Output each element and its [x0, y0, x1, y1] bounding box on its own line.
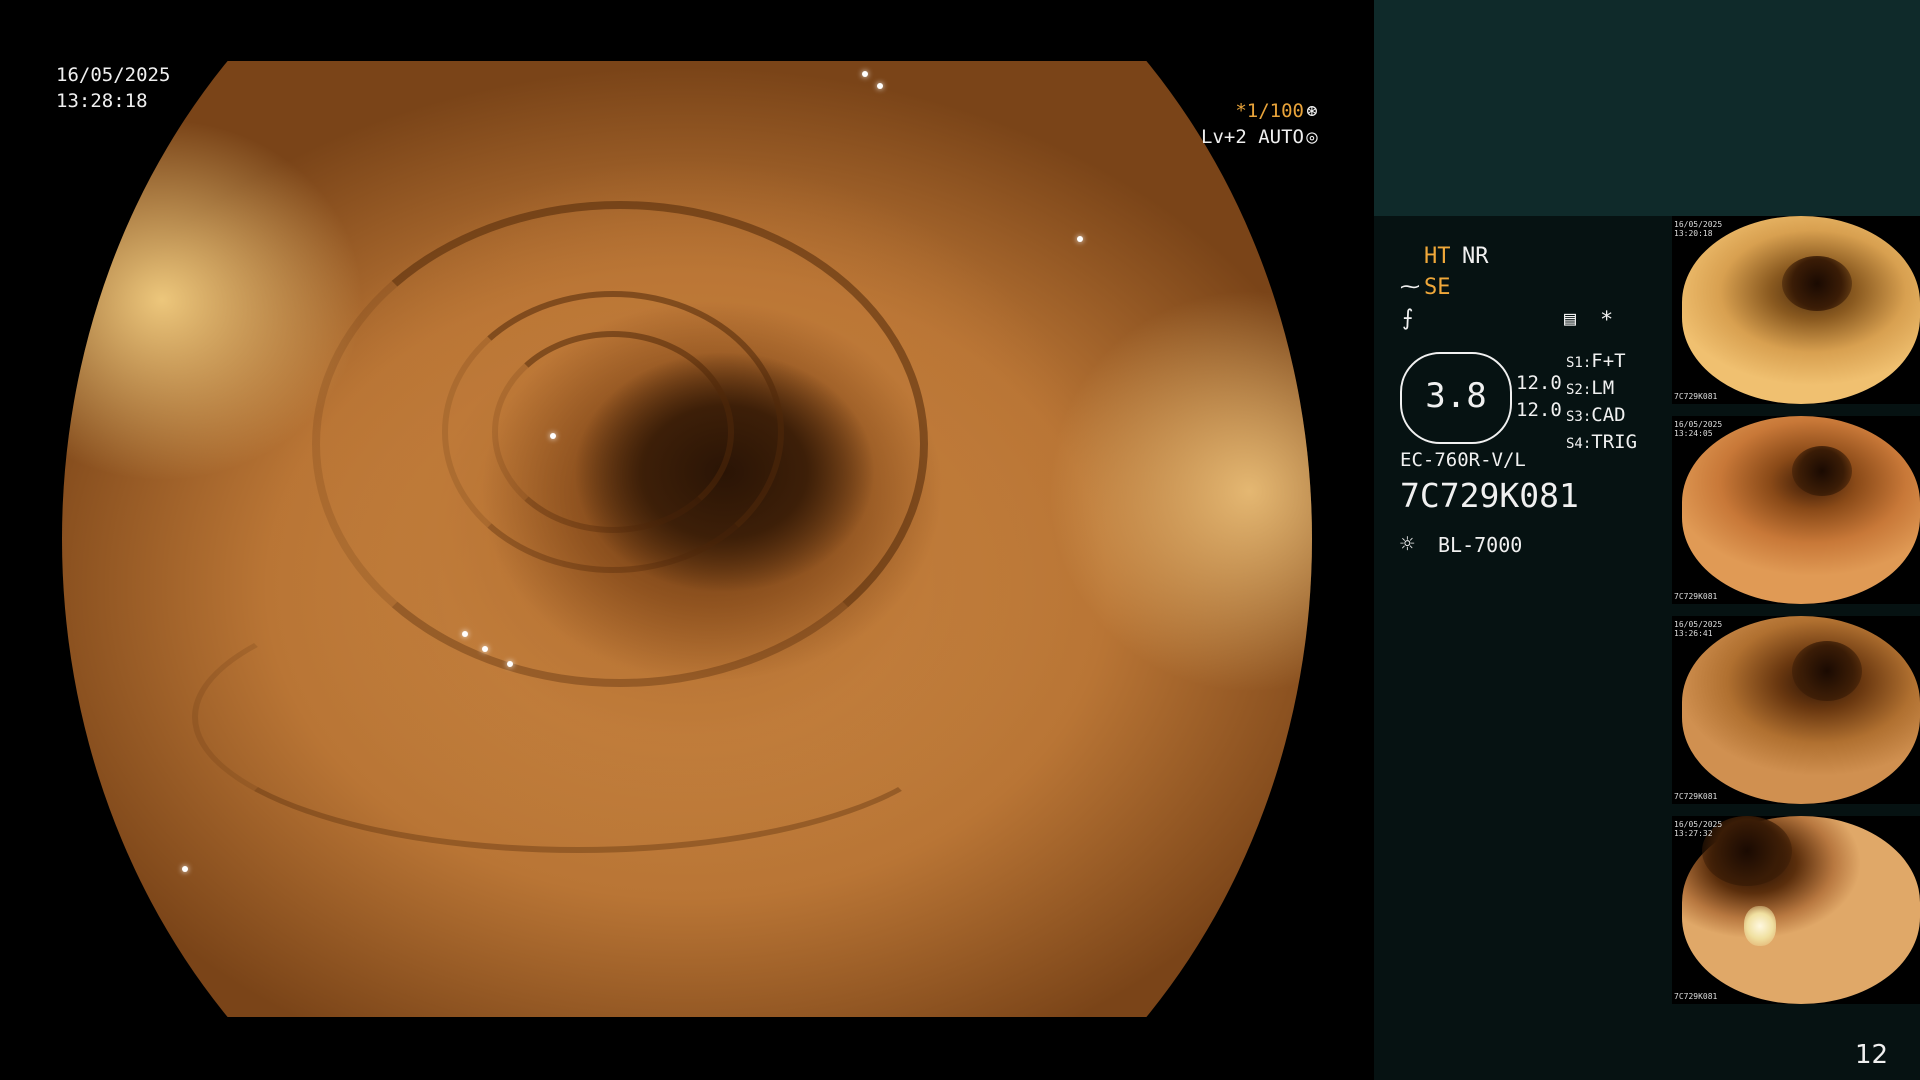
settings-panel-icon: ▤ — [1564, 306, 1577, 330]
thumbnail-stamp: 16/05/2025 13:27:32 — [1674, 820, 1723, 838]
thumbnail-stamp: 16/05/2025 13:24:05 — [1674, 420, 1723, 438]
sidebar-header-area — [1374, 0, 1920, 216]
thumbnail-4[interactable]: 16/05/2025 13:27:32 7C729K081 — [1672, 816, 1920, 1004]
se-label: SE — [1424, 275, 1451, 300]
light-reflection — [462, 631, 468, 637]
lesion — [1744, 906, 1776, 946]
light-reflection — [482, 646, 488, 652]
light-reflection — [877, 83, 883, 89]
thumbnail-code: 7C729K081 — [1674, 992, 1718, 1001]
light-reflection — [182, 866, 188, 872]
thumbnail-code: 7C729K081 — [1674, 792, 1718, 801]
switch-row: S2:LM — [1566, 377, 1615, 399]
lumen — [1792, 446, 1852, 496]
f-symbol-icon: ⨍ — [1402, 306, 1414, 331]
switch-row: S4:TRIG — [1566, 431, 1638, 453]
magnification-indicator: 3.8 — [1400, 352, 1512, 444]
light-source-icon: ☼ — [1400, 530, 1415, 558]
lumen — [1792, 641, 1862, 701]
switch-key: S4 — [1566, 436, 1583, 452]
thumbnail-image — [1682, 416, 1920, 604]
thumbnail-2[interactable]: 16/05/2025 13:24:05 7C729K081 — [1672, 416, 1920, 604]
iris-icon: ◎ — [1306, 126, 1318, 148]
light-source-text: BL-7000 — [1438, 533, 1523, 557]
level-text: Lv+2 AUTO — [1201, 126, 1304, 148]
time-text: 13:28:18 — [56, 90, 148, 112]
star-marker: * — [1600, 308, 1614, 333]
switch-value: TRIG — [1591, 431, 1638, 453]
switch-value: CAD — [1591, 404, 1626, 426]
ht-label: HT — [1424, 244, 1451, 269]
value-1: 12.0 — [1516, 372, 1562, 394]
exposure-readout: *1/100 ⊛ Lv+2 AUTO ◎ — [1192, 98, 1320, 150]
page-number: 12 — [1855, 1040, 1889, 1070]
switch-row: S3:CAD — [1566, 404, 1626, 426]
nr-label: NR — [1462, 244, 1489, 269]
thumbnail-stamp: 16/05/2025 13:20:18 — [1674, 220, 1723, 238]
date-text: 16/05/2025 — [56, 64, 171, 86]
thumbnail-1[interactable]: 16/05/2025 13:20:18 7C729K081 — [1672, 216, 1920, 404]
thumbnail-code: 7C729K081 — [1674, 392, 1718, 401]
magnification-value: 3.8 — [1425, 376, 1487, 416]
light-reflection — [862, 71, 868, 77]
thumbnail-3[interactable]: 16/05/2025 13:26:41 7C729K081 — [1672, 616, 1920, 804]
lumen — [1782, 256, 1852, 311]
endoscope-main-view: 16/05/2025 13:28:18 *1/100 ⊛ Lv+2 AUTO ◎ — [0, 0, 1372, 1080]
value-2: 12.0 — [1516, 399, 1562, 421]
endoscopic-image — [62, 61, 1312, 1017]
switch-value: LM — [1591, 377, 1615, 399]
thumbnail-code: 7C729K081 — [1674, 592, 1718, 601]
aperture-icon: ⊛ — [1306, 100, 1318, 122]
scope-model: EC-760R-V/L — [1400, 449, 1526, 471]
thumbnail-image — [1682, 216, 1920, 404]
thumbnail-image — [1682, 616, 1920, 804]
thumbnail-stamp: 16/05/2025 13:26:41 — [1674, 620, 1723, 638]
light-reflection — [507, 661, 513, 667]
scope-serial: 7C729K081 — [1400, 476, 1579, 515]
light-reflection — [550, 433, 556, 439]
timestamp: 16/05/2025 13:28:18 — [56, 62, 170, 114]
switch-key: S2 — [1566, 382, 1583, 398]
switch-key: S1 — [1566, 355, 1583, 371]
structure-enhance-icon: ⁓ — [1400, 274, 1420, 298]
mucosal-fold — [192, 581, 964, 853]
switch-key: S3 — [1566, 409, 1583, 425]
switch-value: F+T — [1591, 350, 1626, 372]
shutter-text: *1/100 — [1235, 100, 1304, 122]
switch-row: S1:F+T — [1566, 350, 1626, 372]
switch-list: S1:F+T S2:LM S3:CAD S4:TRIG — [1566, 349, 1637, 457]
light-reflection — [1077, 236, 1083, 242]
